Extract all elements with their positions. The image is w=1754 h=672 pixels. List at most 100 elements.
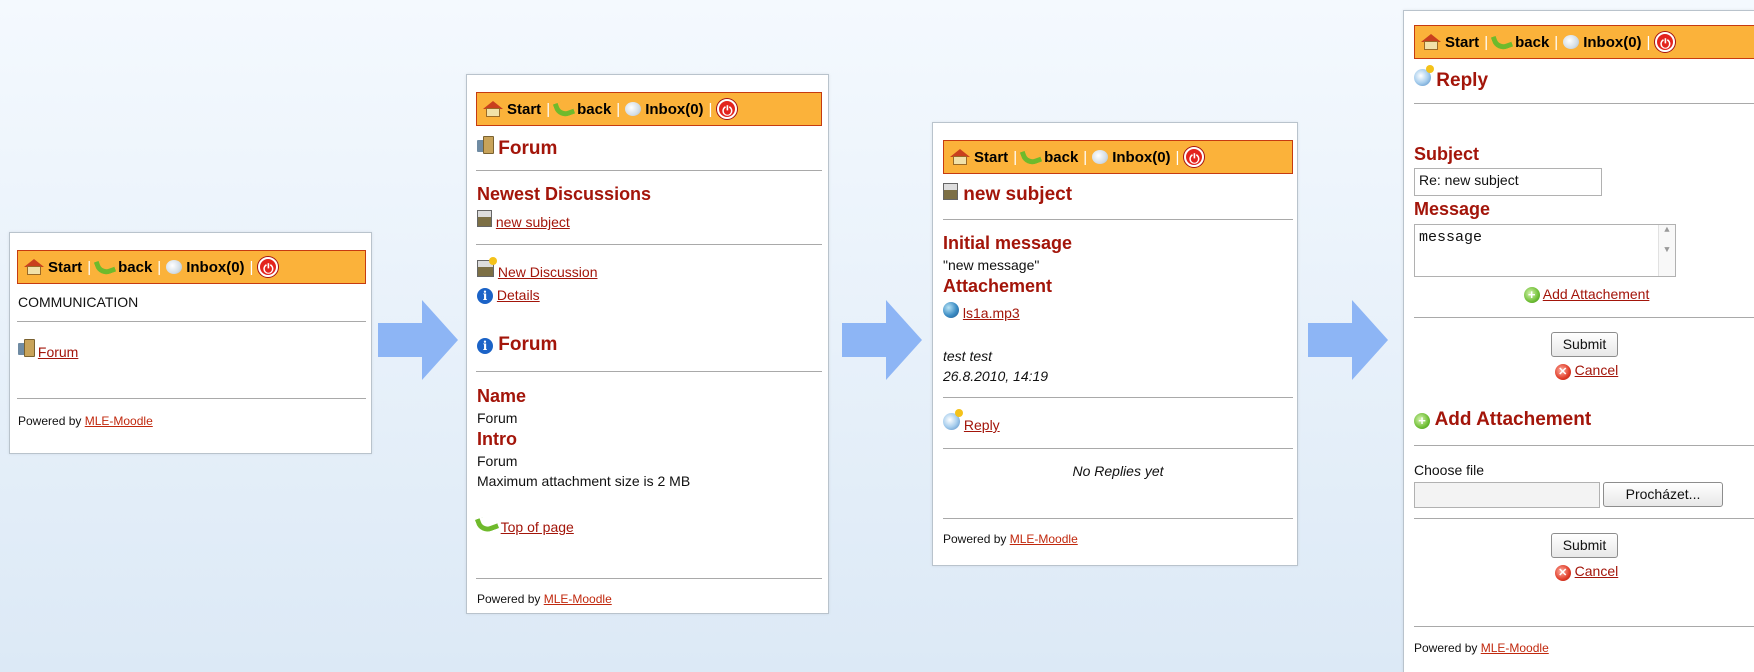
forum-link[interactable]: Forum <box>18 339 78 360</box>
globe-icon <box>943 302 959 318</box>
attachment-label: Attachement <box>943 276 1053 296</box>
divider <box>17 321 366 322</box>
mle-moodle-link[interactable]: MLE-Moodle <box>1481 641 1549 655</box>
top-arrow-icon <box>474 513 500 535</box>
forum-icon <box>477 136 494 154</box>
divider <box>476 170 822 171</box>
house-icon <box>1421 34 1441 50</box>
reply-icon <box>943 409 963 430</box>
logout-power-icon[interactable]: ⏻ <box>258 257 279 277</box>
back-arrow-icon <box>1490 31 1514 53</box>
divider <box>1414 103 1754 104</box>
forum-icon <box>18 339 35 357</box>
logout-power-icon[interactable]: ⏻ <box>717 99 738 119</box>
nav-back[interactable]: back <box>1019 146 1078 168</box>
nav-bar: Start | back | Inbox(0) | ⏻ <box>1414 25 1754 59</box>
mle-moodle-link[interactable]: MLE-Moodle <box>544 592 612 606</box>
divider <box>476 244 822 245</box>
file-path-input[interactable] <box>1414 482 1600 508</box>
forum-heading: i Forum <box>477 334 557 356</box>
mail-icon <box>1092 150 1109 164</box>
message-label: Message <box>1414 199 1491 219</box>
divider <box>943 397 1293 398</box>
nav-inbox[interactable]: Inbox(0) <box>625 101 704 118</box>
nav-back[interactable]: back <box>93 256 152 278</box>
details-link[interactable]: i Details <box>477 287 540 304</box>
page-title: new subject <box>943 183 1072 206</box>
textarea-scrollbar[interactable]: ▲ ▼ <box>1658 225 1675 276</box>
divider <box>943 219 1293 220</box>
message-author: test test <box>943 348 993 364</box>
divider <box>476 578 822 579</box>
flow-arrow-3 <box>1308 300 1388 380</box>
nav-start[interactable]: Start <box>1421 34 1479 51</box>
initial-message-value: "new message" <box>943 257 1040 273</box>
choose-file-label: Choose file <box>1414 462 1485 478</box>
add-attachment-link[interactable]: + Add Attachement <box>1414 286 1754 303</box>
initial-message-label: Initial message <box>943 233 1073 253</box>
subject-label: Subject <box>1414 144 1480 164</box>
logout-power-icon[interactable]: ⏻ <box>1184 147 1205 167</box>
divider <box>1414 317 1754 318</box>
newest-discussions-heading: Newest Discussions <box>477 184 652 204</box>
divider <box>1414 445 1754 446</box>
mle-moodle-link[interactable]: MLE-Moodle <box>1010 532 1078 546</box>
intro-label: Intro <box>477 429 517 449</box>
new-discussion-link[interactable]: New Discussion <box>477 257 597 280</box>
divider <box>1414 626 1754 627</box>
nav-start[interactable]: Start <box>950 149 1008 166</box>
no-replies-text: No Replies yet <box>1072 463 1164 479</box>
divider <box>476 371 822 372</box>
discussion-icon <box>477 210 492 227</box>
nav-start[interactable]: Start <box>483 101 541 118</box>
nav-inbox[interactable]: Inbox(0) <box>1092 149 1171 166</box>
powered-by: Powered by MLE-Moodle <box>477 592 612 606</box>
subject-input[interactable]: Re: new subject <box>1414 168 1602 196</box>
screen-4-panel: Start | back | Inbox(0) | ⏻ Reply Subjec… <box>1403 10 1754 672</box>
submit-button-2[interactable]: Submit <box>1551 533 1618 558</box>
nav-bar: Start | back | Inbox(0) | ⏻ <box>17 250 366 284</box>
house-icon <box>24 259 44 275</box>
message-date: 26.8.2010, 14:19 <box>943 368 1049 384</box>
submit-button[interactable]: Submit <box>1551 332 1618 357</box>
nav-bar: Start | back | Inbox(0) | ⏻ <box>476 92 822 126</box>
add-icon: + <box>1414 413 1430 429</box>
max-attachment-text: Maximum attachment size is 2 MB <box>477 473 691 489</box>
powered-by: Powered by MLE-Moodle <box>1414 641 1549 655</box>
attachment-file-link[interactable]: ls1a.mp3 <box>943 302 1020 321</box>
nav-back[interactable]: back <box>552 98 611 120</box>
nav-start[interactable]: Start <box>24 259 82 276</box>
house-icon <box>483 101 503 117</box>
powered-by: Powered by MLE-Moodle <box>18 414 153 428</box>
flow-arrow-1 <box>378 300 458 380</box>
divider <box>943 448 1293 449</box>
add-icon: + <box>1523 287 1540 303</box>
nav-inbox[interactable]: Inbox(0) <box>166 259 245 276</box>
cancel-icon: ✕ <box>1554 364 1571 380</box>
discussion-link[interactable]: new subject <box>477 210 570 230</box>
flow-arrow-2 <box>842 300 922 380</box>
cancel-icon: ✕ <box>1554 565 1571 581</box>
back-arrow-icon <box>552 98 576 120</box>
back-arrow-icon <box>1019 146 1043 168</box>
mle-moodle-link[interactable]: MLE-Moodle <box>85 414 153 428</box>
message-textarea[interactable]: message ▲ ▼ <box>1414 224 1676 277</box>
cancel-link-2[interactable]: ✕ Cancel <box>1414 563 1754 581</box>
logout-power-icon[interactable]: ⏻ <box>1655 32 1676 52</box>
divider <box>17 398 366 399</box>
cancel-link[interactable]: ✕ Cancel <box>1414 362 1754 380</box>
divider <box>943 518 1293 519</box>
info-icon: i <box>477 338 493 354</box>
reply-link[interactable]: Reply <box>943 409 1000 433</box>
nav-back[interactable]: back <box>1490 31 1549 53</box>
nav-bar: Start | back | Inbox(0) | ⏻ <box>943 140 1293 174</box>
top-of-page-link[interactable]: Top of page <box>474 513 574 535</box>
add-attachment-heading: + Add Attachement <box>1414 409 1591 431</box>
nav-inbox[interactable]: Inbox(0) <box>1563 34 1642 51</box>
name-value: Forum <box>477 410 518 426</box>
mail-icon <box>625 102 642 116</box>
house-icon <box>950 149 970 165</box>
page-title: Reply <box>1414 65 1488 92</box>
browse-button[interactable]: Procházet... <box>1603 482 1723 507</box>
screen-1-panel: Start | back | Inbox(0) | ⏻ COMMUNICATIO… <box>9 232 372 454</box>
